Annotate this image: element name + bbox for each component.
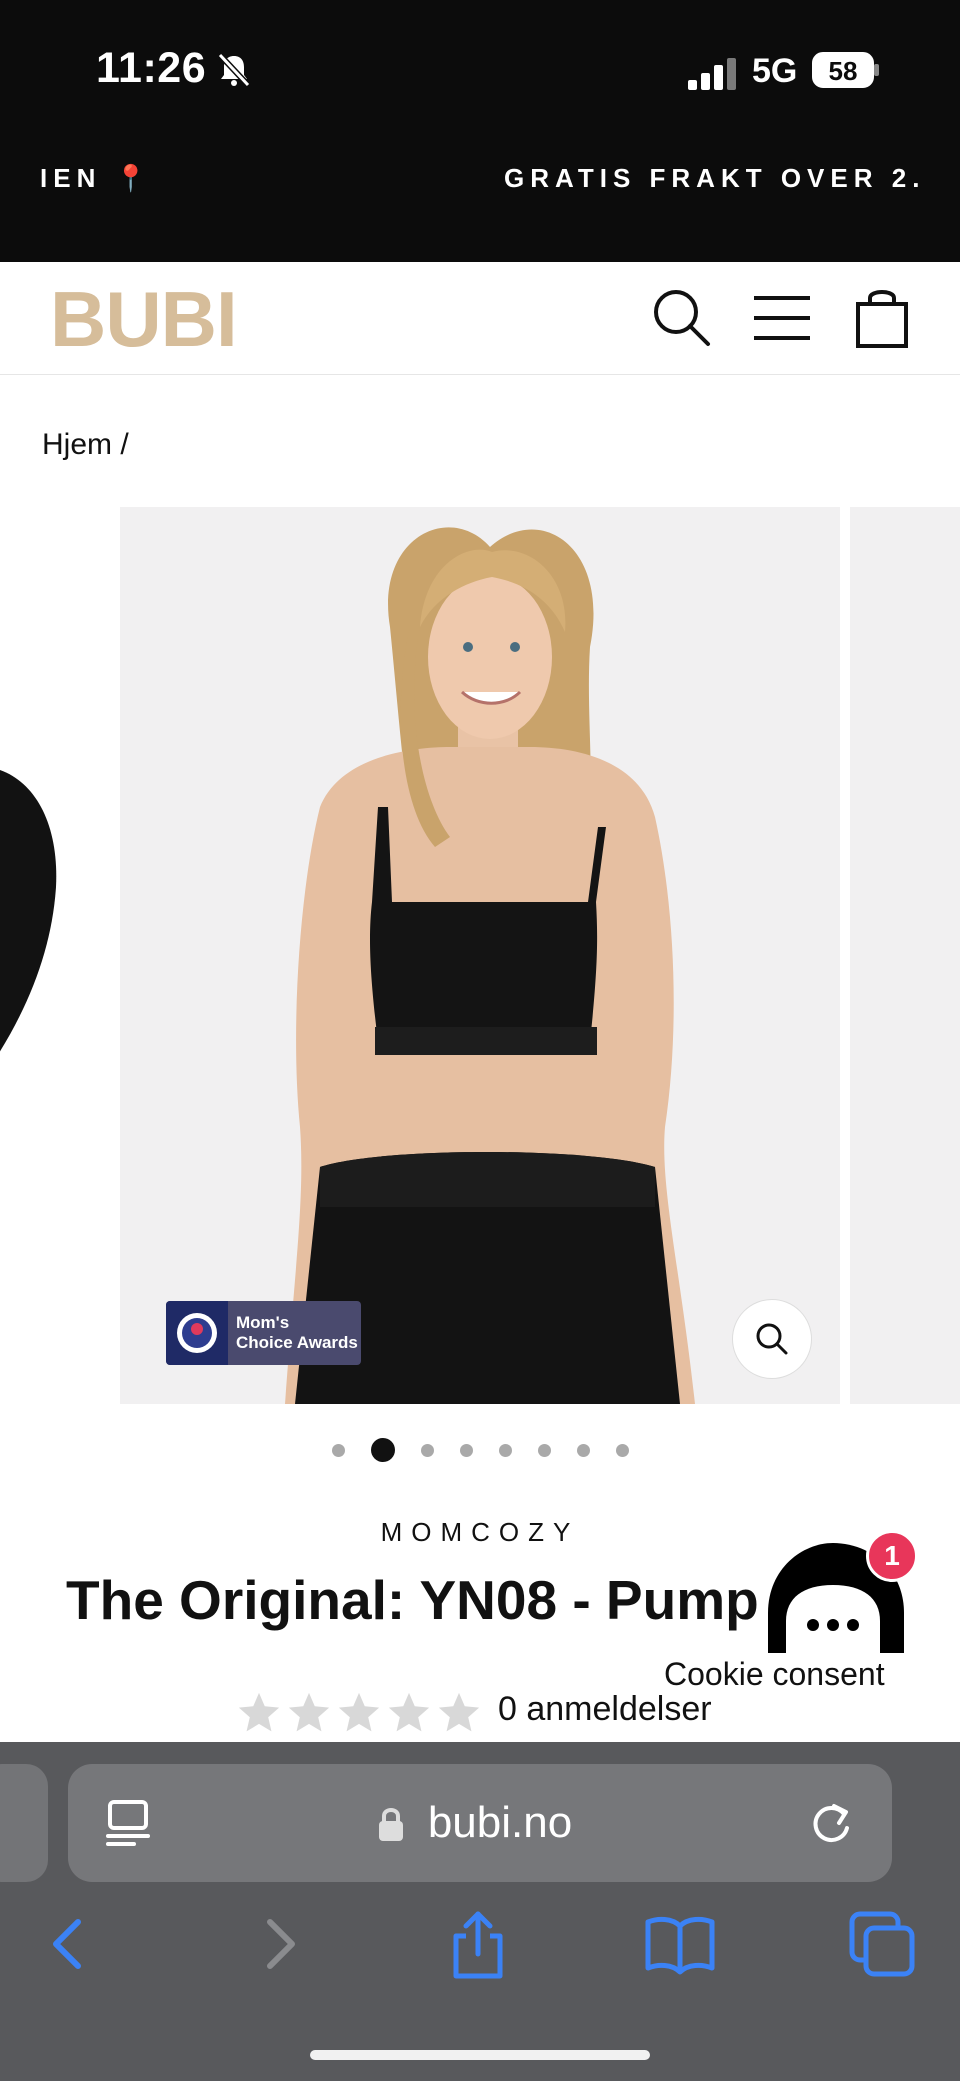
star-icon <box>388 1692 430 1732</box>
product-title: The Original: YN08 - Pump <box>66 1569 759 1631</box>
chat-unread-badge[interactable]: 1 <box>866 1530 918 1582</box>
review-count[interactable]: 0 anmeldelser <box>498 1690 712 1729</box>
moms-choice-award-badge: Mom's Choice Awards <box>166 1301 361 1365</box>
site-logo[interactable]: BUBI <box>50 280 238 358</box>
carousel-dot[interactable] <box>459 1443 473 1457</box>
carousel-pagination <box>0 1437 960 1463</box>
carousel-dot[interactable] <box>537 1443 551 1457</box>
menu-icon[interactable] <box>750 286 814 350</box>
reload-icon[interactable] <box>806 1798 856 1848</box>
cookie-consent-label[interactable]: Cookie consent <box>660 1656 889 1693</box>
url-text[interactable]: bubi.no <box>68 1798 892 1848</box>
product-photo <box>285 527 695 1404</box>
cart-icon[interactable] <box>850 286 914 350</box>
status-time: 11:26 <box>96 44 207 92</box>
carousel-dot[interactable] <box>498 1443 512 1457</box>
product-image-previous <box>0 770 57 1052</box>
rating-stars[interactable] <box>236 1690 482 1736</box>
previous-tab-preview[interactable] <box>0 1764 48 1882</box>
carousel-slide-next[interactable] <box>850 507 960 1404</box>
bookmarks-icon[interactable] <box>644 1908 716 1980</box>
silent-bell-icon <box>217 52 251 88</box>
award-line-1: Mom's <box>236 1313 290 1332</box>
star-icon <box>238 1692 280 1732</box>
home-indicator[interactable] <box>310 2050 650 2060</box>
award-seal-icon <box>166 1301 228 1365</box>
status-and-announcement-bar: 11:26 5G 58 IEN 📍 GRATIS FRAKT OVER 2. <box>0 0 960 262</box>
carousel-slide-previous[interactable] <box>0 507 110 1404</box>
battery-icon: 58 <box>812 52 880 88</box>
star-icon <box>288 1692 330 1732</box>
tabs-icon[interactable] <box>846 1908 918 1980</box>
forward-icon[interactable] <box>242 1908 314 1980</box>
carousel-slide-current[interactable]: Mom's Choice Awards <box>120 507 840 1404</box>
zoom-button[interactable] <box>732 1299 812 1379</box>
browser-toolbar: bubi.no <box>0 1742 960 2081</box>
url-domain: bubi.no <box>427 1798 573 1847</box>
back-icon[interactable] <box>34 1908 106 1980</box>
search-icon[interactable] <box>650 286 714 350</box>
carousel-dot[interactable] <box>576 1443 590 1457</box>
cellular-signal-icon <box>688 58 736 90</box>
battery-level: 58 <box>829 56 858 86</box>
address-bar[interactable]: bubi.no <box>68 1764 892 1882</box>
carousel-dot[interactable] <box>370 1438 395 1462</box>
announcement-text-right[interactable]: GRATIS FRAKT OVER 2. <box>504 163 925 194</box>
award-line-2: Choice Awards <box>236 1333 358 1352</box>
carousel-dot[interactable] <box>331 1443 345 1457</box>
network-type: 5G <box>752 52 798 90</box>
zoom-icon <box>756 1323 788 1355</box>
carousel-dot[interactable] <box>615 1443 629 1457</box>
award-badge-text: Mom's Choice Awards <box>228 1313 358 1353</box>
announcement-text-left: IEN 📍 <box>40 163 153 193</box>
breadcrumb[interactable]: Hjem / <box>42 428 129 462</box>
share-icon[interactable] <box>442 1908 514 1980</box>
carousel-dot[interactable] <box>420 1443 434 1457</box>
star-icon <box>438 1692 480 1732</box>
site-header: BUBI <box>0 262 960 375</box>
star-icon <box>338 1692 380 1732</box>
